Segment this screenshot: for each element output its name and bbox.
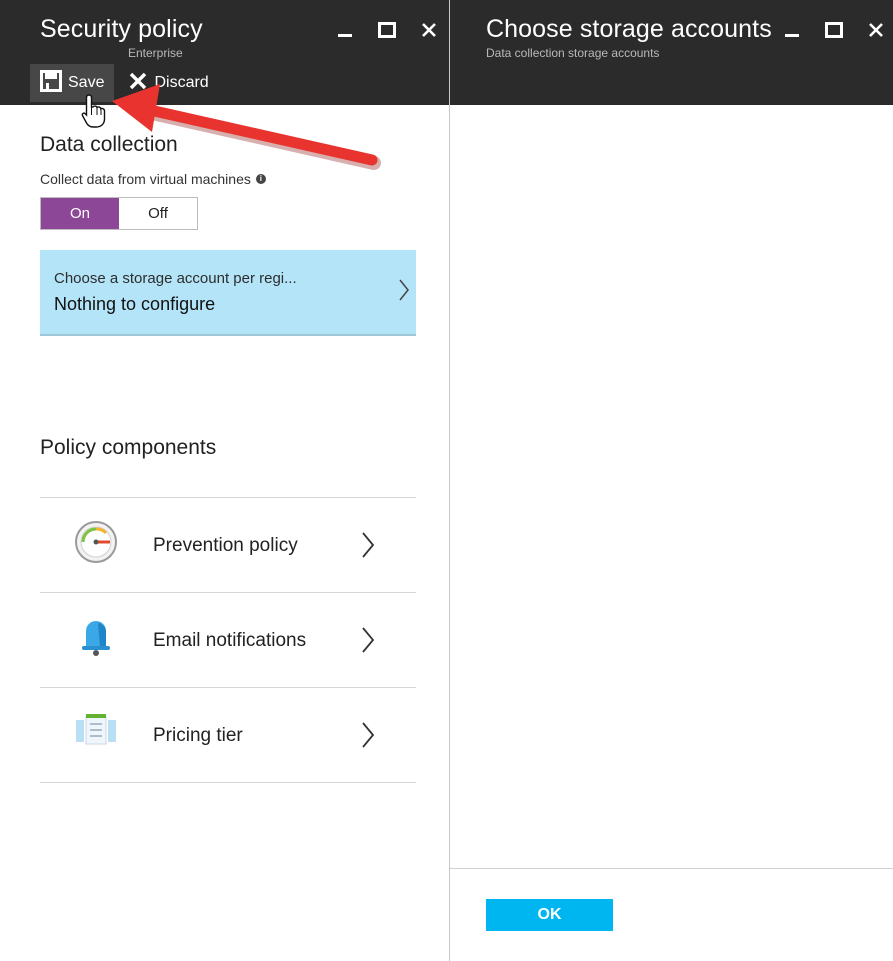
collect-data-label: Collect data from virtual machines i	[40, 171, 266, 187]
save-label: Save	[68, 74, 105, 91]
maximize-button[interactable]	[375, 18, 399, 42]
storage-tile-caption: Choose a storage account per regi...	[54, 270, 297, 287]
policy-components-heading: Policy components	[40, 436, 217, 459]
data-collection-toggle: On Off	[40, 197, 198, 230]
close-button[interactable]	[417, 18, 441, 42]
minimize-button[interactable]	[780, 18, 804, 42]
gauge-icon	[74, 520, 118, 564]
policy-components-list: Prevention policy Email notifications Pr…	[40, 497, 416, 783]
info-icon[interactable]: i	[255, 174, 266, 184]
footer-divider	[450, 868, 893, 869]
chevron-right-icon	[360, 531, 376, 564]
save-icon	[40, 69, 62, 97]
discard-label: Discard	[154, 74, 209, 91]
data-collection-heading: Data collection	[40, 133, 178, 156]
storage-tile-value: Nothing to configure	[54, 294, 216, 314]
storage-accounts-title: Choose storage accounts	[486, 15, 772, 43]
command-bar: Save Discard	[30, 64, 219, 102]
maximize-button[interactable]	[822, 18, 846, 42]
email-notifications-label: Email notifications	[153, 629, 307, 651]
pricing-tier-label: Pricing tier	[153, 724, 243, 746]
discard-button[interactable]: Discard	[118, 64, 218, 102]
security-policy-subtitle: Enterprise	[128, 46, 183, 60]
window-controls	[780, 18, 888, 42]
chevron-right-icon	[398, 278, 410, 307]
ok-button[interactable]: OK	[486, 899, 613, 931]
close-button[interactable]	[864, 18, 888, 42]
prevention-policy-label: Prevention policy	[153, 534, 298, 556]
storage-accounts-subtitle: Data collection storage accounts	[486, 46, 660, 60]
pricing-tier-item[interactable]: Pricing tier	[40, 688, 416, 783]
email-notifications-item[interactable]: Email notifications	[40, 593, 416, 688]
minimize-button[interactable]	[333, 18, 357, 42]
save-button[interactable]: Save	[30, 64, 115, 102]
bell-icon	[74, 615, 118, 659]
pricing-list-icon	[74, 710, 118, 754]
window-controls	[333, 18, 441, 42]
toggle-on-option[interactable]: On	[41, 198, 119, 229]
security-policy-header: Security policy Enterprise Save Discard	[0, 0, 449, 105]
prevention-policy-item[interactable]: Prevention policy	[40, 498, 416, 593]
discard-icon	[128, 71, 148, 96]
storage-accounts-header: Choose storage accounts Data collection …	[450, 0, 893, 105]
toggle-off-option[interactable]: Off	[119, 198, 197, 229]
security-policy-blade: Security policy Enterprise Save Discard …	[0, 0, 450, 961]
storage-accounts-blade: Choose storage accounts Data collection …	[450, 0, 893, 961]
chevron-right-icon	[360, 626, 376, 659]
chevron-right-icon	[360, 721, 376, 754]
collect-data-label-text: Collect data from virtual machines	[40, 171, 251, 187]
security-policy-title: Security policy	[40, 15, 203, 43]
storage-account-tile[interactable]: Choose a storage account per regi... Not…	[40, 250, 416, 336]
